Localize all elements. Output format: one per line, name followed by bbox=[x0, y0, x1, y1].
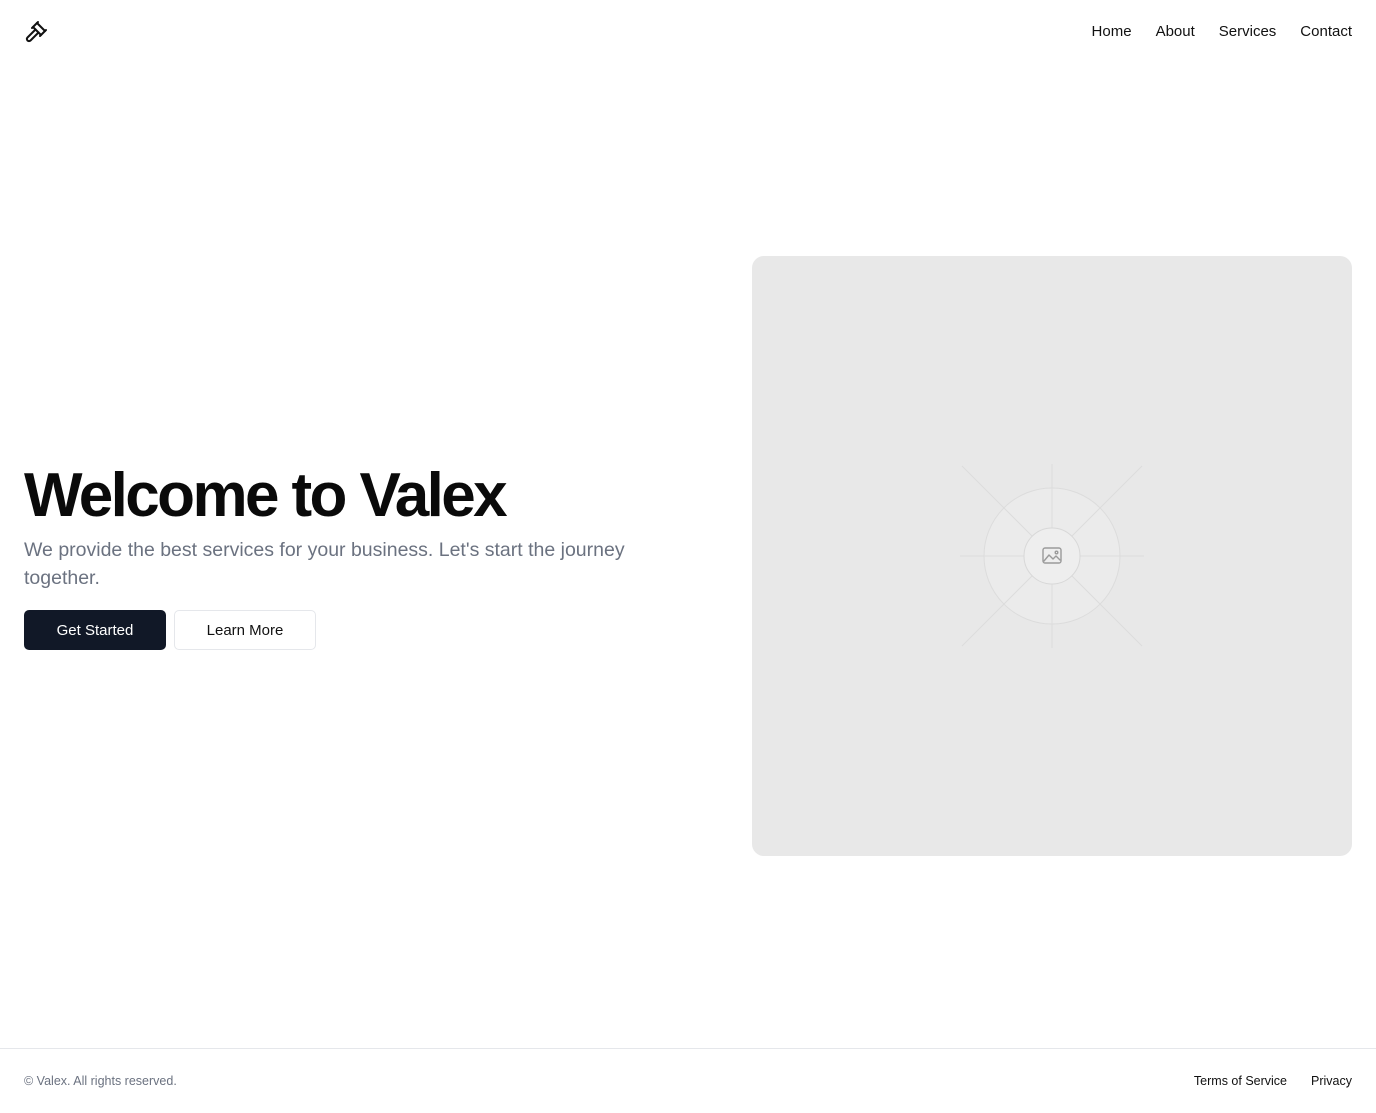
main-nav: Home About Services Contact bbox=[1092, 22, 1352, 42]
site-header: Home About Services Contact bbox=[0, 0, 1376, 64]
nav-link-services[interactable]: Services bbox=[1219, 22, 1277, 42]
nav-link-about[interactable]: About bbox=[1156, 22, 1195, 42]
hero-image-placeholder bbox=[752, 256, 1352, 856]
nav-link-contact[interactable]: Contact bbox=[1300, 22, 1352, 42]
get-started-button[interactable]: Get Started bbox=[24, 610, 166, 650]
hero-buttons: Get Started Learn More bbox=[24, 610, 664, 650]
privacy-link[interactable]: Privacy bbox=[1311, 1073, 1352, 1089]
placeholder-pattern bbox=[960, 464, 1144, 648]
nav-link-home[interactable]: Home bbox=[1092, 22, 1132, 42]
hero-title: Welcome to Valex bbox=[24, 461, 508, 530]
copyright-text: © Valex. All rights reserved. bbox=[24, 1074, 177, 1088]
hero-subtitle: We provide the best services for your bu… bbox=[24, 539, 625, 589]
site-footer: © Valex. All rights reserved. Terms of S… bbox=[0, 1048, 1376, 1113]
terms-of-service-link[interactable]: Terms of Service bbox=[1194, 1073, 1287, 1089]
hero-text: Welcome to Valex We provide the best ser… bbox=[24, 460, 664, 650]
footer-nav: Terms of Service Privacy bbox=[1194, 1073, 1352, 1089]
learn-more-button[interactable]: Learn More bbox=[174, 610, 316, 650]
gavel-icon[interactable] bbox=[24, 20, 48, 44]
